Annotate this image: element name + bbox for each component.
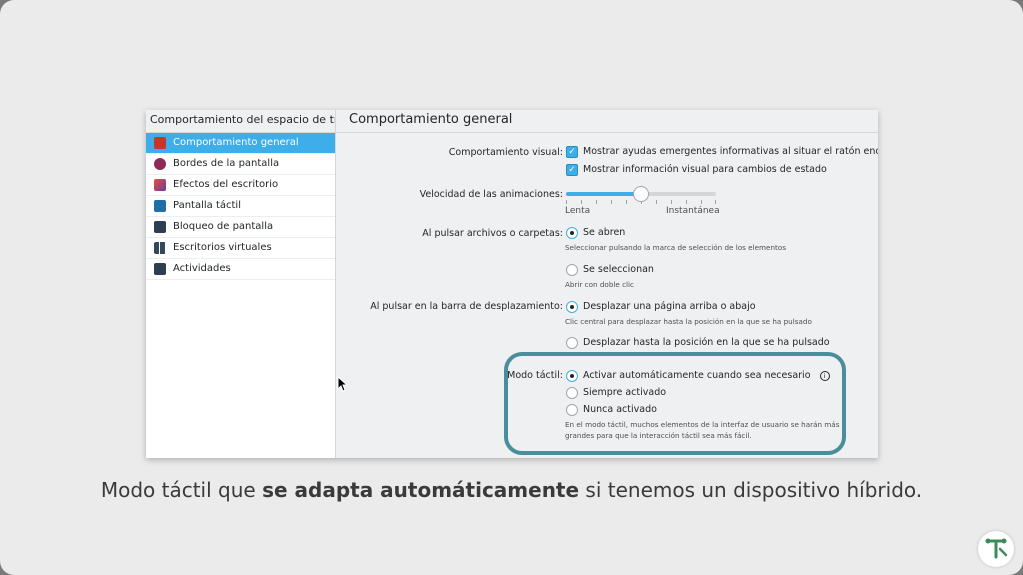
slider-tick	[701, 200, 702, 204]
slider-tick	[626, 200, 627, 204]
general-behaviour-icon	[154, 137, 166, 149]
slider-tick	[686, 200, 687, 204]
sidebar-item-label: Actividades	[173, 263, 231, 274]
slider-tick	[566, 200, 567, 204]
sidebar-item-label: Efectos del escritorio	[173, 179, 279, 190]
select-on-click-radio[interactable]: Se seleccionan	[566, 264, 654, 276]
touch-screen-icon	[154, 200, 166, 212]
caption-bold: se adapta automáticamente	[262, 478, 580, 502]
sidebar-header: Comportamiento del espacio de tr...	[146, 110, 335, 133]
sidebar-item-general-behaviour[interactable]: Comportamiento general	[146, 133, 335, 154]
open-on-click-label: Se abren	[583, 227, 626, 238]
sidebar-item-label: Escritorios virtuales	[173, 242, 272, 253]
animation-speed-slider[interactable]	[566, 186, 716, 204]
sidebar-list: Comportamiento general Bordes de la pant…	[146, 133, 335, 280]
scroll-position-label: Desplazar hasta la posición en la que se…	[583, 337, 830, 348]
caption-end: si tenemos un dispositivo híbrido.	[579, 478, 923, 502]
caption-start: Modo táctil que	[100, 478, 263, 502]
slider-max-label: Instantánea	[666, 206, 720, 216]
slider-tick	[581, 200, 582, 204]
slider-fill	[566, 192, 641, 196]
slider-handle[interactable]	[633, 186, 649, 202]
slider-tick	[671, 200, 672, 204]
radio-selected-icon	[566, 227, 578, 239]
scrollbar-click-label: Al pulsar en la barra de desplazamiento:	[370, 301, 563, 312]
touch-mode-highlight	[504, 352, 846, 455]
virtual-desktops-icon	[154, 242, 166, 254]
slider-tick	[596, 200, 597, 204]
animation-speed-label: Velocidad de las animaciones:	[419, 189, 563, 200]
select-on-click-hint: Abrir con doble clic	[565, 280, 634, 289]
sidebar-item-screen-edges[interactable]: Bordes de la pantalla	[146, 154, 335, 175]
sidebar: Comportamiento del espacio de tr... Comp…	[146, 110, 336, 458]
radio-unselected-icon	[566, 264, 578, 276]
sidebar-item-label: Comportamiento general	[173, 137, 299, 148]
radio-unselected-icon	[566, 337, 578, 349]
page-title: Comportamiento general	[336, 110, 878, 133]
screen-edges-icon	[154, 158, 166, 170]
tooltips-checkbox[interactable]: ✓ Mostrar ayudas emergentes informativas…	[566, 146, 878, 158]
sidebar-item-label: Pantalla táctil	[173, 200, 241, 211]
slide-background: Comportamiento del espacio de tr... Comp…	[0, 0, 1023, 575]
scroll-position-radio[interactable]: Desplazar hasta la posición en la que se…	[566, 337, 830, 349]
screen-lock-icon	[154, 221, 166, 233]
open-on-click-hint: Seleccionar pulsando la marca de selecci…	[565, 243, 786, 252]
tooltips-label: Mostrar ayudas emergentes informativas a…	[583, 146, 878, 157]
scroll-page-radio[interactable]: Desplazar una página arriba o abajo	[566, 301, 756, 313]
check-icon: ✓	[566, 164, 578, 176]
mouse-cursor-icon	[337, 376, 347, 392]
sidebar-item-label: Bordes de la pantalla	[173, 158, 280, 169]
slider-tick	[656, 200, 657, 204]
sidebar-item-touch-screen[interactable]: Pantalla táctil	[146, 196, 335, 217]
visual-behaviour-label: Comportamiento visual:	[448, 147, 563, 158]
status-feedback-label: Mostrar información visual para cambios …	[583, 164, 827, 175]
check-icon: ✓	[566, 146, 578, 158]
slider-tick	[611, 200, 612, 204]
sidebar-item-label: Bloqueo de pantalla	[173, 221, 274, 232]
sidebar-item-desktop-effects[interactable]: Efectos del escritorio	[146, 175, 335, 196]
sidebar-item-activities[interactable]: Actividades	[146, 259, 335, 280]
scroll-page-hint: Clic central para desplazar hasta la pos…	[565, 317, 812, 326]
status-feedback-checkbox[interactable]: ✓ Mostrar información visual para cambio…	[566, 164, 827, 176]
open-on-click-radio[interactable]: Se abren	[566, 227, 625, 239]
slider-min-label: Lenta	[565, 206, 591, 216]
activities-icon	[154, 263, 166, 275]
file-click-label: Al pulsar archivos o carpetas:	[422, 228, 563, 239]
radio-selected-icon	[566, 301, 578, 313]
caption: Modo táctil que se adapta automáticament…	[0, 478, 1023, 502]
scroll-page-label: Desplazar una página arriba o abajo	[583, 301, 756, 312]
channel-logo-icon	[978, 531, 1014, 567]
desktop-effects-icon	[154, 179, 166, 191]
slider-tick	[715, 200, 716, 204]
select-on-click-label: Se seleccionan	[583, 264, 654, 275]
logo-graphic	[985, 538, 1008, 559]
sidebar-item-virtual-desktops[interactable]: Escritorios virtuales	[146, 238, 335, 259]
sidebar-item-screen-lock[interactable]: Bloqueo de pantalla	[146, 217, 335, 238]
